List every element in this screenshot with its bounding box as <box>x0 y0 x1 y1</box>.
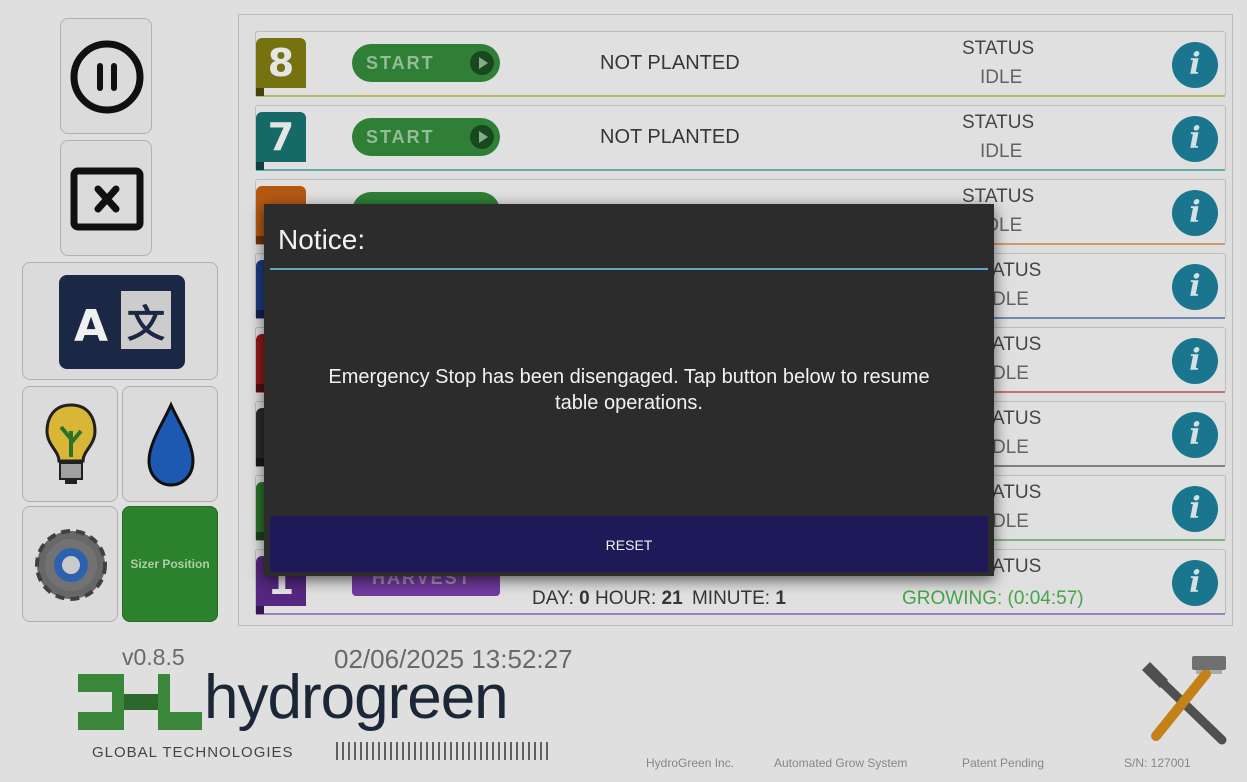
reset-button[interactable]: RESET <box>270 516 988 572</box>
dialog-title: Notice: <box>278 224 366 255</box>
notice-dialog: Notice: Emergency Stop has been disengag… <box>264 204 994 576</box>
dialog-message: Emergency Stop has been disengaged. Tap … <box>328 366 930 414</box>
dialog-divider <box>270 268 988 270</box>
